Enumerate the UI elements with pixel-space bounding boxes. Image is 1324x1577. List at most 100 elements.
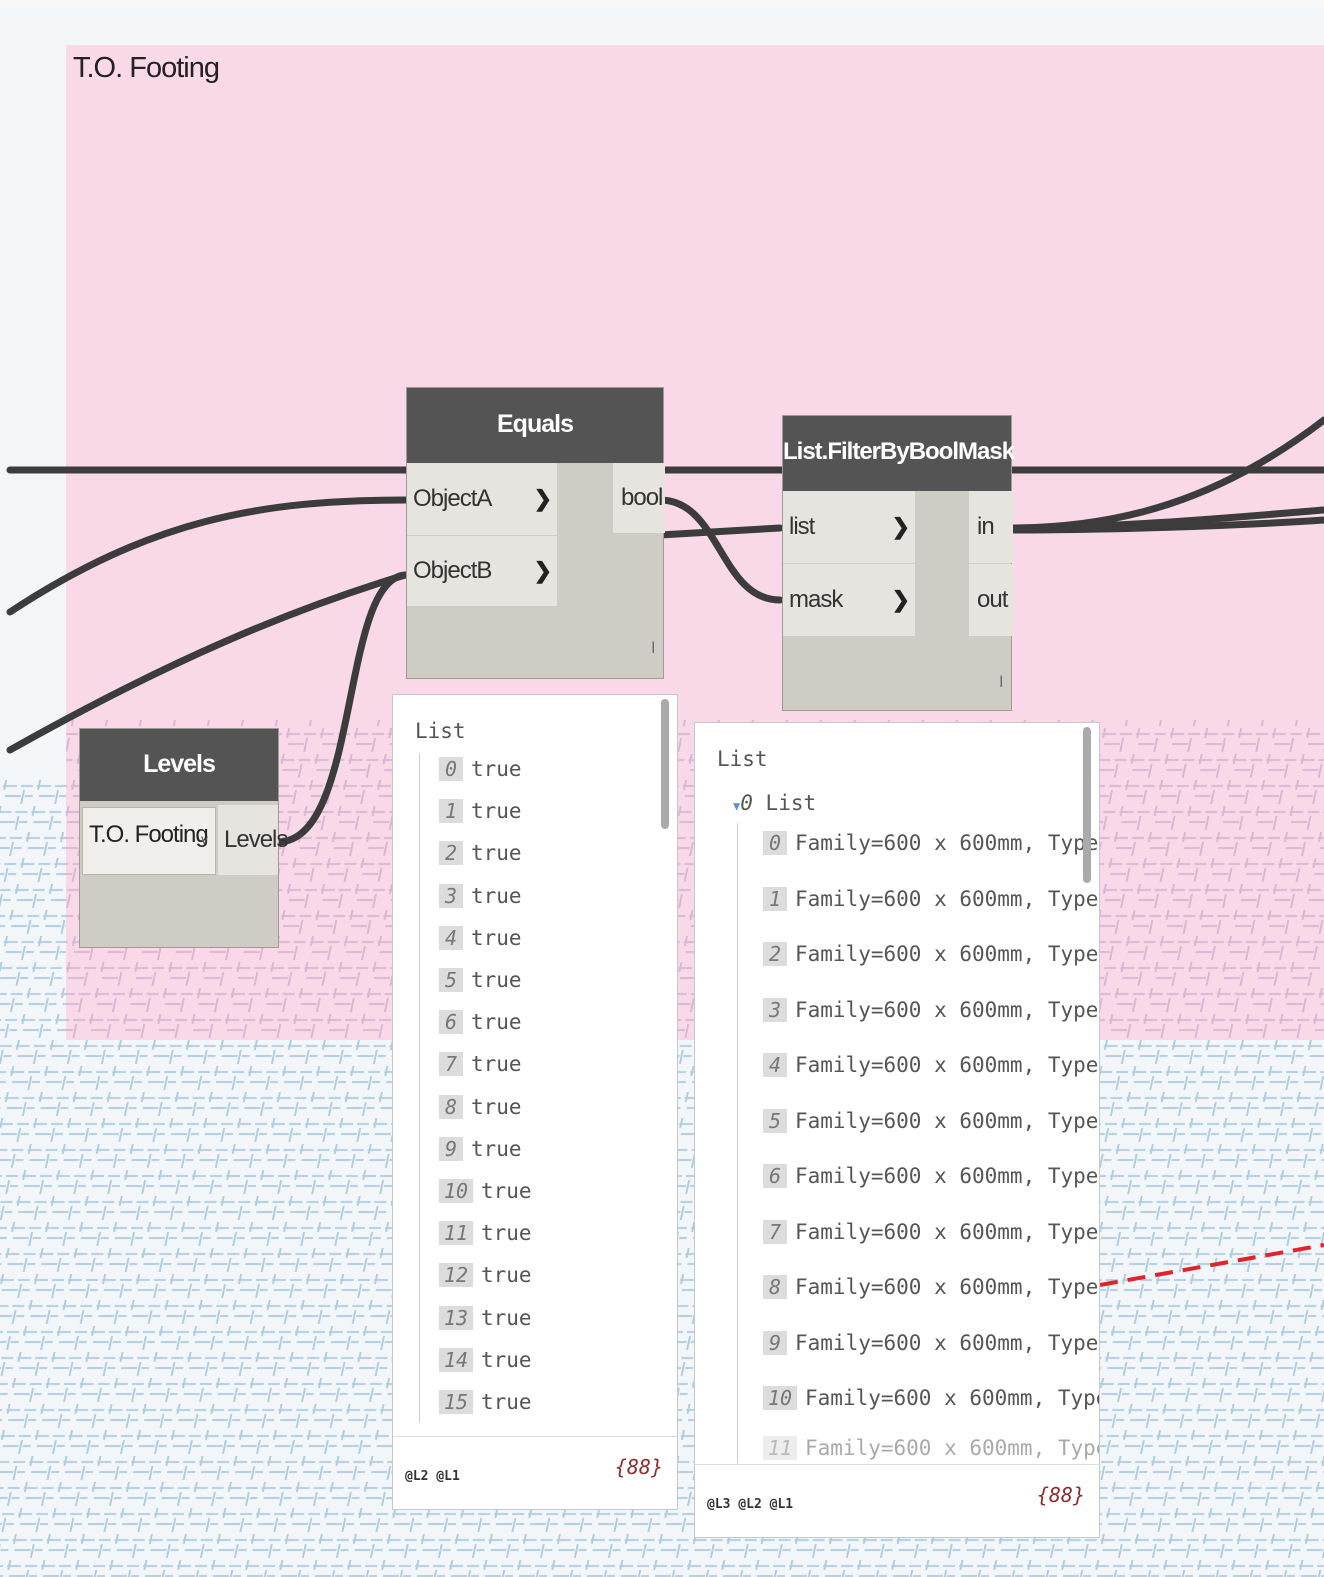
list-item-index: 11 bbox=[439, 1221, 473, 1246]
chevron-down-icon: v bbox=[201, 831, 208, 847]
list-item-value: true bbox=[471, 883, 522, 908]
list-item[interactable]: 6 Family=600 x 600mm, Type=600 x bbox=[763, 1164, 1099, 1188]
mask-input-port[interactable]: mask ❯ bbox=[783, 564, 915, 636]
bool-label: bool bbox=[621, 484, 663, 511]
list-item-value: true bbox=[471, 799, 522, 824]
list-levels[interactable]: @L2 @L1 bbox=[405, 1469, 460, 1484]
objecta-label: ObjectA bbox=[413, 485, 492, 512]
levels-node[interactable]: Levels T.O. Footing v Levels bbox=[79, 728, 288, 948]
dynamo-canvas[interactable]: T.O. Footing Equals ObjectA ❯ ObjectB ❯ … bbox=[0, 0, 1324, 1577]
list-item-value: Family=600 x 600mm, Type=600 x bbox=[805, 1435, 1099, 1460]
list-item[interactable]: 8 Family=600 x 600mm, Type=600 x bbox=[763, 1275, 1099, 1299]
list-item-value: Family=600 x 600mm, Type=600 x bbox=[795, 886, 1099, 911]
list-item-index: 3 bbox=[763, 997, 787, 1022]
out-output-port[interactable]: out bbox=[969, 564, 1013, 636]
scrollbar[interactable] bbox=[661, 699, 669, 829]
in-output-port[interactable]: in bbox=[969, 491, 1013, 563]
chevron-right-icon: ❯ bbox=[533, 486, 552, 511]
wire-bool-to-mask bbox=[656, 496, 784, 604]
objectb-input-port[interactable]: ObjectB ❯ bbox=[407, 536, 557, 606]
list-item[interactable]: 2 true bbox=[439, 841, 522, 866]
list-item[interactable]: 1 true bbox=[439, 799, 522, 824]
list-item[interactable]: 7 true bbox=[439, 1052, 522, 1077]
list-item[interactable]: 13 true bbox=[439, 1305, 532, 1330]
bool-output-port[interactable]: bool bbox=[613, 463, 665, 533]
sublist-header[interactable]: ▼0 List bbox=[733, 791, 816, 815]
list-item-value: true bbox=[481, 1390, 532, 1414]
list-item-index: 1 bbox=[763, 886, 787, 911]
list-item-value: true bbox=[471, 1136, 522, 1161]
list-item-value: Family=600 x 600mm, Type=600 x bbox=[795, 1164, 1099, 1188]
list-item[interactable]: 0 true bbox=[439, 757, 522, 781]
list-item-value: true bbox=[471, 841, 522, 866]
list-item-value: true bbox=[481, 1347, 532, 1372]
list-item-value: Family=600 x 600mm, Type=600 x bbox=[795, 1053, 1099, 1077]
list-label: list bbox=[789, 513, 815, 540]
list-item[interactable]: 4 Family=600 x 600mm, Type=600 x bbox=[763, 1053, 1099, 1077]
list-item-index: 2 bbox=[763, 942, 787, 966]
list-item[interactable]: 11 Family=600 x 600mm, Type=600 x bbox=[763, 1435, 1099, 1460]
list-item-index: 5 bbox=[763, 1108, 787, 1133]
list-item-index: 1 bbox=[439, 799, 463, 824]
list-item[interactable]: 9 Family=600 x 600mm, Type=600 x bbox=[763, 1330, 1099, 1355]
objecta-input-port[interactable]: ObjectA ❯ bbox=[407, 463, 557, 535]
list-item-index: 10 bbox=[439, 1179, 473, 1203]
list-item[interactable]: 4 true bbox=[439, 925, 522, 950]
item-count: {88} bbox=[1036, 1483, 1085, 1507]
wire-to-list bbox=[656, 524, 784, 539]
mask-label: mask bbox=[789, 586, 843, 613]
scrollbar[interactable] bbox=[1083, 727, 1091, 883]
out-label: out bbox=[977, 586, 1008, 613]
list-item-value: Family=600 x 600mm, Type=600 x bbox=[795, 1330, 1099, 1355]
chevron-right-icon: ❯ bbox=[891, 587, 910, 612]
list-item-index: 9 bbox=[439, 1136, 463, 1161]
list-item-value: Family=600 x 600mm, Type=600 x bbox=[795, 942, 1099, 966]
list-item[interactable]: 5 Family=600 x 600mm, Type=600 x bbox=[763, 1108, 1099, 1133]
list-item[interactable]: 3 true bbox=[439, 883, 522, 908]
list-item[interactable]: 14 true bbox=[439, 1347, 532, 1372]
list-item-value: true bbox=[471, 1052, 522, 1077]
lacing-indicator[interactable]: l bbox=[999, 674, 1003, 692]
list-item[interactable]: 10 Family=600 x 600mm, Type=600 x bbox=[763, 1386, 1099, 1410]
list-item[interactable]: 6 true bbox=[439, 1010, 522, 1035]
list-levels[interactable]: @L3 @L2 @L1 bbox=[707, 1497, 793, 1512]
list-item[interactable]: 3 Family=600 x 600mm, Type=600 x bbox=[763, 997, 1099, 1022]
filter-preview-bubble[interactable]: List ▼0 List 0 Family=600 x 600mm, Type=6… bbox=[694, 722, 1100, 1538]
list-input-port[interactable]: list ❯ bbox=[783, 491, 915, 563]
filter-by-bool-mask-node[interactable]: List.FilterByBoolMask list ❯ mask ❯ in o… bbox=[782, 415, 1015, 711]
lacing-indicator[interactable]: l bbox=[651, 640, 655, 658]
list-item-index: 3 bbox=[439, 883, 463, 908]
levels-output-label: Levels bbox=[224, 826, 288, 853]
objectb-label: ObjectB bbox=[413, 557, 492, 584]
list-item[interactable]: 8 true bbox=[439, 1094, 522, 1119]
list-item[interactable]: 2 Family=600 x 600mm, Type=600 x bbox=[763, 942, 1099, 966]
level-dropdown[interactable]: T.O. Footing v bbox=[82, 807, 216, 875]
red-dashed-wire bbox=[1099, 1243, 1324, 1287]
list-item[interactable]: 11 true bbox=[439, 1221, 532, 1246]
list-item-index: 6 bbox=[763, 1164, 787, 1188]
levels-output-port[interactable]: Levels bbox=[218, 805, 288, 875]
list-item-value: true bbox=[471, 1094, 522, 1119]
in-label: in bbox=[977, 513, 995, 540]
chevron-right-icon: ❯ bbox=[533, 558, 552, 583]
list-item[interactable]: 15 true bbox=[439, 1390, 532, 1414]
list-item-index: 12 bbox=[439, 1263, 473, 1288]
list-item-value: Family=600 x 600mm, Type=600 x bbox=[795, 1275, 1099, 1299]
list-item[interactable]: 12 true bbox=[439, 1263, 532, 1288]
list-item-index: 7 bbox=[439, 1052, 463, 1077]
list-item[interactable]: 0 Family=600 x 600mm, Type=600 x bbox=[763, 831, 1099, 855]
list-item-value: true bbox=[471, 757, 522, 781]
list-item-index: 2 bbox=[439, 841, 463, 866]
chevron-right-icon: ❯ bbox=[891, 514, 910, 539]
equals-node[interactable]: Equals ObjectA ❯ ObjectB ❯ bool l bbox=[406, 387, 665, 679]
list-item[interactable]: 1 Family=600 x 600mm, Type=600 x bbox=[763, 886, 1099, 911]
list-item-index: 7 bbox=[763, 1219, 787, 1244]
list-item-index: 13 bbox=[439, 1305, 473, 1330]
list-item[interactable]: 7 Family=600 x 600mm, Type=600 x bbox=[763, 1219, 1099, 1244]
list-item[interactable]: 9 true bbox=[439, 1136, 522, 1161]
list-item[interactable]: 5 true bbox=[439, 968, 522, 992]
list-item[interactable]: 10 true bbox=[439, 1179, 532, 1203]
equals-preview-bubble[interactable]: List 0 true 1 true 2 true 3 true 4 true 5 true 6 true… bbox=[392, 694, 678, 1510]
list-item-index: 15 bbox=[439, 1390, 473, 1414]
list-item-value: true bbox=[481, 1305, 532, 1330]
